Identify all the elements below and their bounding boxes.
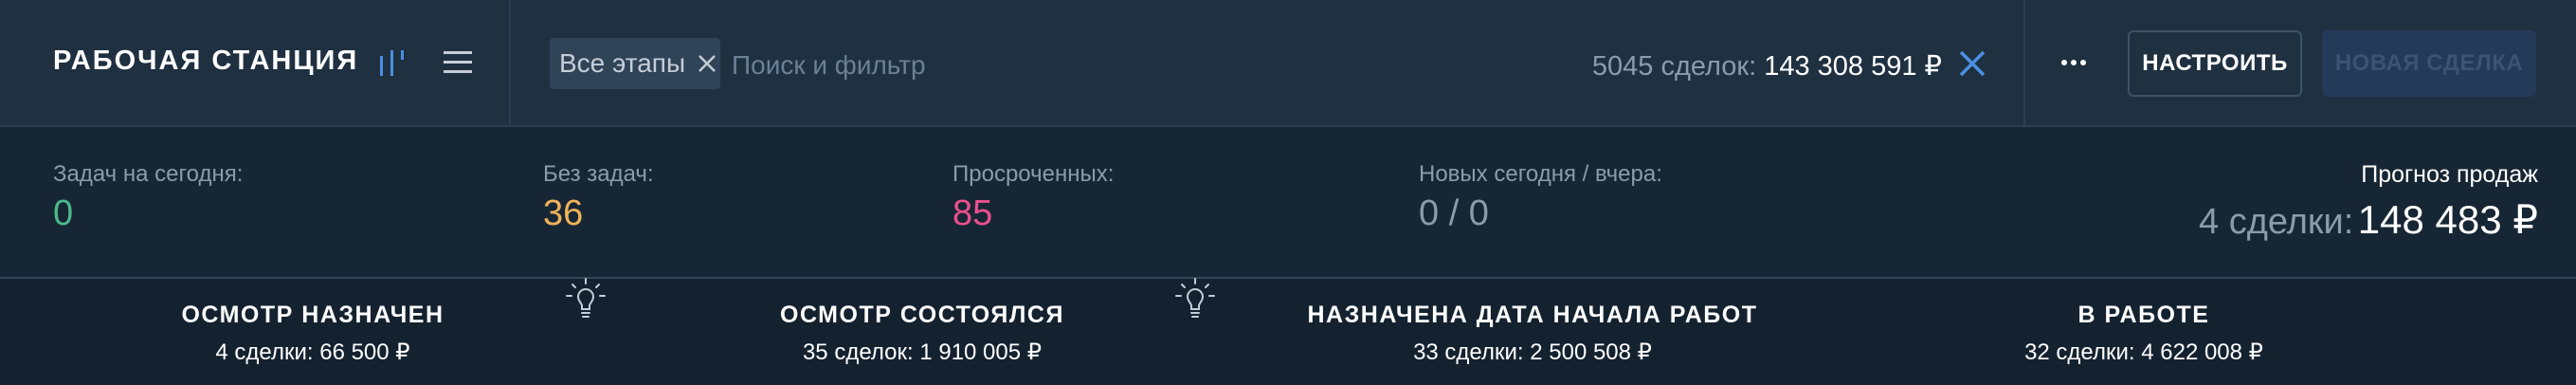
stats-panel: Задач на сегодня: 0 Без задач: 36 Просро…: [0, 127, 2576, 279]
stage-summary: 32 сделки: 4 622 008 ₽: [2024, 339, 2263, 365]
stat-no-tasks[interactable]: Без задач: 36: [543, 161, 654, 234]
stat-new-today-yesterday[interactable]: Новых сегодня / вчера: 0 / 0: [1419, 161, 1662, 234]
forecast-title: Прогноз продаж: [2361, 161, 2538, 188]
setup-button[interactable]: НАСТРОИТЬ: [2128, 30, 2302, 97]
stat-label: Без задач:: [543, 161, 654, 187]
divider: [509, 0, 511, 125]
stat-value: 0: [53, 193, 74, 233]
stage-filter-chip[interactable]: Все этапы: [550, 38, 720, 89]
page-title: РАБОЧАЯ СТАНЦИЯ: [53, 46, 359, 76]
stage-column-header[interactable]: НАЗНАЧЕНА ДАТА НАЧАЛА РАБОТ 33 сделки: 2…: [1229, 302, 1836, 366]
deals-count: 5045 сделок: 143 308 591 ₽: [1592, 49, 1942, 82]
search-input[interactable]: [730, 42, 1492, 89]
sales-forecast: Прогноз продаж 4 сделки: 148 483 ₽: [2199, 161, 2538, 243]
stat-value: 0 / 0: [1419, 193, 1489, 233]
divider: [2023, 0, 2025, 125]
stage-column-header[interactable]: ОСМОТР НАЗНАЧЕН 4 сделки: 66 500 ₽: [9, 302, 616, 366]
hamburger-menu-icon[interactable]: [442, 47, 474, 78]
stat-value: 36: [543, 193, 584, 233]
stat-tasks-today[interactable]: Задач на сегодня: 0: [53, 161, 243, 234]
stage-name: В РАБОТЕ: [2077, 302, 2210, 328]
stat-label: Просроченных:: [952, 161, 1115, 187]
deals-count-label: 5045 сделок:: [1591, 51, 1757, 82]
stat-value: 85: [952, 193, 993, 233]
more-options-icon[interactable]: [2058, 55, 2090, 70]
stage-name: ОСМОТР НАЗНАЧЕН: [181, 302, 444, 328]
stage-filter-chip-label: Все этапы: [559, 48, 686, 78]
new-deal-button[interactable]: НОВАЯ СДЕЛКА: [2322, 30, 2536, 97]
stage-name: ОСМОТР СОСТОЯЛСЯ: [780, 302, 1064, 328]
stage-column-header[interactable]: ОСМОТР СОСТОЯЛСЯ 35 сделок: 1 910 005 ₽: [619, 302, 1225, 366]
top-bar: РАБОЧАЯ СТАНЦИЯ Все этапы 5045 сделок: 1…: [0, 0, 2576, 127]
lightbulb-icon[interactable]: [564, 277, 608, 324]
close-icon[interactable]: [697, 53, 717, 74]
pipeline-stages: ОСМОТР НАЗНАЧЕН 4 сделки: 66 500 ₽ ОСМОТ…: [0, 279, 2576, 385]
forecast-sum: 148 483 ₽: [2357, 197, 2538, 242]
forecast-row: 4 сделки: 148 483 ₽: [2199, 196, 2538, 243]
stat-overdue[interactable]: Просроченных: 85: [952, 161, 1114, 234]
forecast-count: 4 сделки:: [2199, 202, 2354, 242]
lightbulb-icon[interactable]: [1173, 277, 1217, 324]
stage-summary: 35 сделок: 1 910 005 ₽: [802, 339, 1043, 365]
stage-summary: 33 сделки: 2 500 508 ₽: [1413, 339, 1652, 365]
deals-count-sum: 143 308 591 ₽: [1764, 51, 1942, 82]
stat-label: Задач на сегодня:: [53, 161, 244, 187]
stage-summary: 4 сделки: 66 500 ₽: [215, 339, 410, 365]
stat-label: Новых сегодня / вчера:: [1419, 161, 1662, 187]
stage-name: НАЗНАЧЕНА ДАТА НАЧАЛА РАБОТ: [1307, 302, 1758, 328]
pipeline-view-icon[interactable]: [377, 47, 411, 78]
stage-column-header[interactable]: В РАБОТЕ 32 сделки: 4 622 008 ₽: [1841, 302, 2447, 366]
clear-filter-icon[interactable]: [1958, 49, 1986, 78]
